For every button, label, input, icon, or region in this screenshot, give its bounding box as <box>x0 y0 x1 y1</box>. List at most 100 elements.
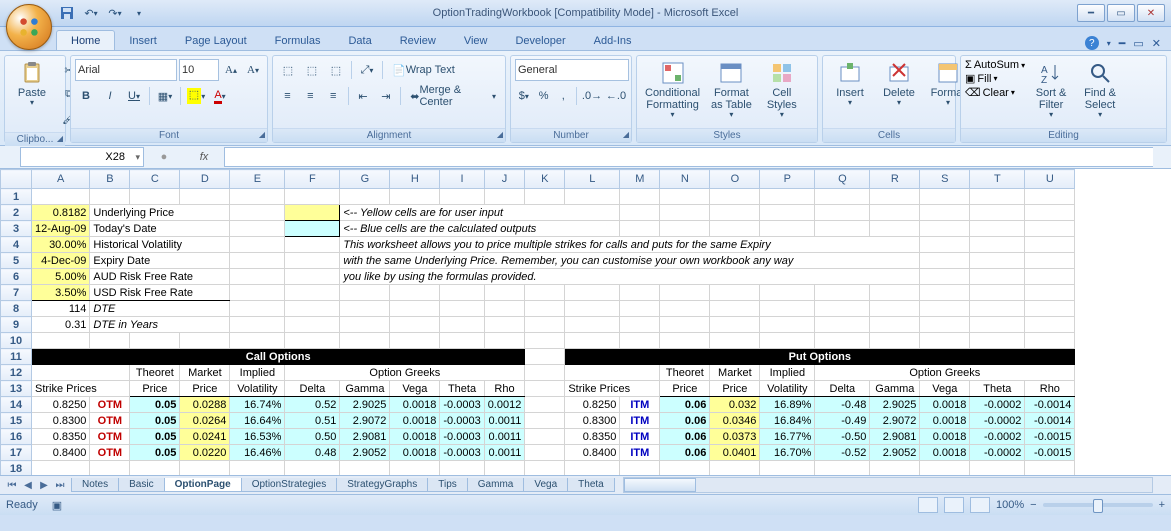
col-header-S[interactable]: S <box>920 170 970 189</box>
doc-restore[interactable]: ▭ <box>1133 37 1143 50</box>
tab-view[interactable]: View <box>450 31 502 50</box>
find-select[interactable]: Find & Select▾ <box>1077 59 1123 122</box>
name-box[interactable]: X28 <box>20 147 144 167</box>
undo-button[interactable]: ↶▾ <box>82 4 100 22</box>
tab-page-layout[interactable]: Page Layout <box>171 31 261 50</box>
horizontal-scrollbar[interactable] <box>623 477 1153 493</box>
number-launcher[interactable]: ◢ <box>623 130 629 139</box>
increase-decimal[interactable]: .0→ <box>581 85 603 107</box>
row-header-14[interactable]: 14 <box>1 397 32 413</box>
sheet-tab-basic[interactable]: Basic <box>118 478 164 492</box>
percent-button[interactable]: % <box>535 85 553 107</box>
conditional-formatting[interactable]: Conditional Formatting▾ <box>641 59 704 122</box>
row-header-7[interactable]: 7 <box>1 285 32 301</box>
row-header-15[interactable]: 15 <box>1 413 32 429</box>
font-name-select[interactable] <box>75 59 177 81</box>
merge-center-button[interactable]: ⬌ Merge & Center▾ <box>405 85 501 107</box>
row-header-12[interactable]: 12 <box>1 365 32 381</box>
row-header-8[interactable]: 8 <box>1 301 32 317</box>
sheet-tab-tips[interactable]: Tips <box>427 478 468 492</box>
col-header-A[interactable]: A <box>32 170 90 189</box>
row-header-5[interactable]: 5 <box>1 253 32 269</box>
row-header-17[interactable]: 17 <box>1 445 32 461</box>
doc-minimize[interactable]: ━ <box>1119 37 1126 50</box>
col-header-R[interactable]: R <box>870 170 920 189</box>
sheet-next[interactable]: ▶ <box>36 480 52 491</box>
underline-button[interactable]: U▾ <box>123 85 145 107</box>
row-header-6[interactable]: 6 <box>1 269 32 285</box>
wrap-text-button[interactable]: 📄 Wrap Text <box>387 59 460 81</box>
office-button[interactable] <box>6 4 52 50</box>
row-header-3[interactable]: 3 <box>1 221 32 237</box>
view-page-layout[interactable] <box>944 497 964 513</box>
help-icon[interactable]: ? <box>1085 36 1099 50</box>
border-button[interactable]: ▦▾ <box>154 85 176 107</box>
zoom-level[interactable]: 100% <box>996 499 1024 511</box>
sheet-tab-strategygraphs[interactable]: StrategyGraphs <box>336 478 428 492</box>
cell-styles[interactable]: Cell Styles▾ <box>759 59 805 122</box>
align-bottom[interactable]: ⬚ <box>325 59 347 81</box>
grow-font-button[interactable]: A▴ <box>221 59 241 81</box>
col-header-T[interactable]: T <box>970 170 1025 189</box>
macro-record-icon[interactable]: ▣ <box>52 499 62 512</box>
zoom-out[interactable]: − <box>1030 499 1036 511</box>
fill-button[interactable]: ▣ Fill▾ <box>965 72 1025 85</box>
paste-button[interactable]: Paste▾ <box>9 59 55 110</box>
sheet-tab-theta[interactable]: Theta <box>567 478 615 492</box>
redo-button[interactable]: ↷▾ <box>106 4 124 22</box>
qat-customize[interactable]: ▾ <box>130 4 148 22</box>
orientation-button[interactable]: ⤢▾ <box>356 59 378 81</box>
col-header-J[interactable]: J <box>484 170 525 189</box>
col-header-G[interactable]: G <box>340 170 390 189</box>
save-button[interactable] <box>58 4 76 22</box>
maximize-button[interactable]: ▭ <box>1107 4 1135 22</box>
col-header-E[interactable]: E <box>230 170 285 189</box>
italic-button[interactable]: I <box>99 85 121 107</box>
col-header-F[interactable]: F <box>285 170 340 189</box>
sort-filter[interactable]: AZSort & Filter▾ <box>1028 59 1074 122</box>
row-header-18[interactable]: 18 <box>1 461 32 476</box>
row-header-13[interactable]: 13 <box>1 381 32 397</box>
ribbon-minimize[interactable]: ▾ <box>1107 39 1111 48</box>
sheet-tab-optionstrategies[interactable]: OptionStrategies <box>241 478 338 492</box>
row-header-4[interactable]: 4 <box>1 237 32 253</box>
col-header-Q[interactable]: Q <box>815 170 870 189</box>
number-format-select[interactable] <box>515 59 629 81</box>
formula-input[interactable] <box>224 147 1153 167</box>
sheet-first[interactable]: ⏮ <box>4 480 20 491</box>
tab-formulas[interactable]: Formulas <box>261 31 335 50</box>
col-header-L[interactable]: L <box>565 170 620 189</box>
clipboard-launcher[interactable]: ◢ <box>57 134 63 143</box>
align-left[interactable]: ≡ <box>277 85 298 107</box>
sheet-tab-vega[interactable]: Vega <box>523 478 568 492</box>
col-header-D[interactable]: D <box>180 170 230 189</box>
autosum-button[interactable]: Σ AutoSum▾ <box>965 59 1025 71</box>
select-all[interactable] <box>1 170 32 189</box>
delete-cells[interactable]: Delete▾ <box>876 59 922 110</box>
tab-data[interactable]: Data <box>334 31 385 50</box>
fill-color-button[interactable]: ⬚▾ <box>185 85 207 107</box>
col-header-B[interactable]: B <box>90 170 130 189</box>
row-header-1[interactable]: 1 <box>1 189 32 205</box>
row-header-9[interactable]: 9 <box>1 317 32 333</box>
doc-close[interactable]: ✕ <box>1152 37 1161 50</box>
font-size-select[interactable] <box>179 59 219 81</box>
zoom-in[interactable]: + <box>1159 499 1165 511</box>
col-header-U[interactable]: U <box>1025 170 1075 189</box>
col-header-P[interactable]: P <box>760 170 815 189</box>
accounting-button[interactable]: $▾ <box>515 85 533 107</box>
worksheet-grid[interactable]: ABCDEFGHIJKLMNOPQRSTU120.8182Underlying … <box>0 169 1171 475</box>
sheet-last[interactable]: ⏭ <box>52 480 68 491</box>
tab-addins[interactable]: Add-Ins <box>580 31 646 50</box>
col-header-I[interactable]: I <box>440 170 484 189</box>
font-launcher[interactable]: ◢ <box>259 130 265 139</box>
alignment-launcher[interactable]: ◢ <box>497 130 503 139</box>
align-center[interactable]: ≡ <box>300 85 321 107</box>
zoom-slider[interactable] <box>1043 503 1153 507</box>
col-header-C[interactable]: C <box>130 170 180 189</box>
decrease-indent[interactable]: ⇤ <box>353 85 374 107</box>
view-page-break[interactable] <box>970 497 990 513</box>
tab-home[interactable]: Home <box>56 30 115 50</box>
font-color-button[interactable]: A▾ <box>209 85 231 107</box>
clear-button[interactable]: ⌫ Clear▾ <box>965 86 1025 99</box>
